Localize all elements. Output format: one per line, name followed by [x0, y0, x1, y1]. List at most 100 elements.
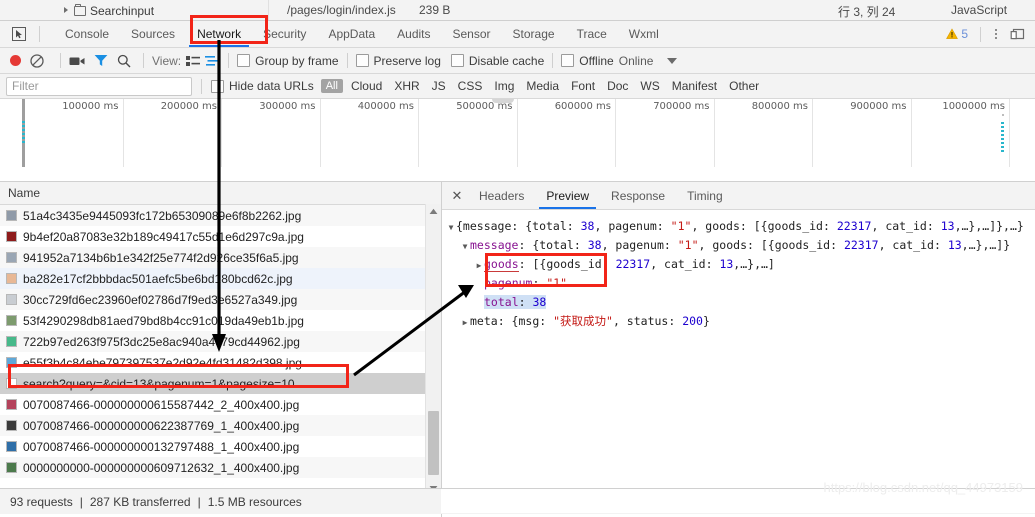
tree-item-label[interactable]: Searchinput — [90, 4, 154, 18]
filter-toggle-button[interactable] — [94, 48, 117, 73]
preview-token: : {msg: — [497, 314, 554, 328]
tab-network[interactable]: Network — [186, 21, 252, 47]
column-header-name: Name — [8, 186, 41, 200]
filter-funnel-icon — [94, 55, 108, 66]
preview-line[interactable]: ▶ goods: [{goods_id: 22317, cat_id: 13,…}… — [446, 255, 1035, 274]
tree-expand-caret-icon[interactable] — [64, 7, 68, 13]
clear-button[interactable] — [30, 48, 52, 73]
type-filter-xhr[interactable]: XHR — [388, 78, 425, 94]
details-tab-response[interactable]: Response — [600, 182, 676, 209]
type-filter-all[interactable]: All — [320, 79, 343, 93]
tab-security[interactable]: Security — [252, 21, 317, 47]
type-filter-ws[interactable]: WS — [634, 78, 665, 94]
preview-token: ,…},…]},…} — [954, 219, 1024, 233]
overview-tick-label: 900000 ms — [850, 101, 907, 112]
capture-screenshots-icon — [69, 57, 85, 65]
view-list-icon[interactable] — [186, 55, 201, 67]
type-filter-img[interactable]: Img — [488, 78, 520, 94]
table-row[interactable]: ba282e17cf2bbbdac501aefc5be6bd180bcd62c.… — [0, 268, 441, 289]
status-divider-2: | — [197, 494, 201, 509]
expand-triangle-icon[interactable]: ▶ — [460, 313, 470, 332]
preview-token: : — [532, 276, 547, 290]
network-overview-timeline[interactable]: 100000 ms 200000 ms 300000 ms 400000 ms 5000… — [0, 99, 1035, 182]
throttling-value[interactable]: Online — [619, 54, 654, 68]
preview-line-content: goods: [{goods_id: 22317, cat_id: 13,…},… — [484, 257, 775, 272]
status-divider-1: | — [79, 494, 83, 509]
table-row[interactable]: 53f4290298db81aed79bd8b4cc91c019da49eb1b… — [0, 310, 441, 331]
offline-checkbox[interactable] — [561, 54, 575, 67]
tab-console[interactable]: Console — [54, 21, 120, 47]
type-filter-manifest[interactable]: Manifest — [666, 78, 723, 94]
preview-token: , pagenum: — [594, 219, 671, 233]
tab-storage[interactable]: Storage — [502, 21, 566, 47]
request-list-scrollbar[interactable] — [425, 204, 441, 495]
overview-drag-handle[interactable] — [492, 99, 514, 103]
table-row[interactable]: 941952a7134b6b1e342f25e774f2d926ce35f6a5… — [0, 247, 441, 268]
preview-line[interactable]: ▶ meta: {msg: "获取成功", status: 200} — [446, 312, 1035, 331]
type-filter-css[interactable]: CSS — [452, 78, 489, 94]
table-row[interactable]: 30cc729fd6ec23960ef02786d7f9ed3e6527a349… — [0, 289, 441, 310]
scrollbar-thumb[interactable] — [428, 411, 439, 475]
chevron-down-icon[interactable] — [667, 57, 678, 64]
preview-line[interactable]: total: 38 — [446, 293, 1035, 312]
type-filter-media[interactable]: Media — [520, 78, 565, 94]
preserve-log-checkbox[interactable] — [355, 54, 369, 67]
table-row[interactable]: 0000000000-000000000609712632_1_400x400.… — [0, 457, 441, 478]
overview-tick: 1000000 ms — [912, 99, 1010, 167]
resource-thumbnail-icon — [6, 294, 17, 305]
request-name: 51a4c3435e9445093fc172b65309089e6f8b2262… — [23, 208, 302, 223]
preview-token: 13 — [719, 257, 734, 271]
tab-wxml[interactable]: Wxml — [618, 21, 670, 47]
filter-input[interactable] — [6, 76, 192, 96]
search-button[interactable] — [117, 48, 135, 73]
table-row[interactable]: 0070087466-000000000622387769_1_400x400.… — [0, 415, 441, 436]
details-tab-headers[interactable]: Headers — [468, 182, 535, 209]
resource-thumbnail-icon — [6, 231, 17, 242]
preview-token: message — [470, 238, 519, 252]
expand-triangle-icon[interactable]: ▶ — [474, 256, 484, 275]
preview-token: "获取成功" — [553, 314, 613, 328]
disable-cache-checkbox[interactable] — [450, 54, 464, 67]
hide-data-urls-checkbox[interactable] — [211, 79, 224, 93]
type-filter-font[interactable]: Font — [565, 78, 601, 94]
capture-screenshots-button[interactable] — [69, 48, 94, 73]
table-row[interactable]: 722b97ed263f975f3dc25e8ac940a4c79cd44962… — [0, 331, 441, 352]
type-filter-js[interactable]: JS — [426, 78, 452, 94]
preview-line[interactable]: pagenum: "1" — [446, 274, 1035, 293]
table-row[interactable]: e55f3b4c84ebe797397537e2d92e4fd31482d398… — [0, 352, 441, 373]
details-tab-preview[interactable]: Preview — [535, 182, 600, 209]
record-button[interactable] — [8, 48, 30, 73]
scroll-up-arrow-icon[interactable] — [426, 204, 441, 218]
warning-badge[interactable]: 5 — [946, 27, 968, 41]
tab-audits[interactable]: Audits — [386, 21, 441, 47]
tab-sources[interactable]: Sources — [120, 21, 186, 47]
tab-appdata[interactable]: AppData — [317, 21, 386, 47]
dock-position-icon[interactable] — [1005, 24, 1029, 44]
more-options-icon[interactable] — [987, 24, 1005, 44]
inspect-cursor-icon[interactable] — [8, 24, 30, 44]
collapse-triangle-icon[interactable]: ▼ — [446, 218, 456, 237]
type-filter-cloud[interactable]: Cloud — [345, 78, 388, 94]
preview-token: total — [484, 295, 519, 309]
table-row[interactable]: search?query=&cid=13&pagenum=1&pagesize=… — [0, 373, 441, 394]
overview-tick-label: 600000 ms — [554, 101, 611, 112]
resource-thumbnail-icon — [6, 273, 17, 284]
table-row[interactable]: 0070087466-000000000615587442_2_400x400.… — [0, 394, 441, 415]
group-by-frame-checkbox[interactable] — [237, 54, 251, 67]
type-filter-other[interactable]: Other — [723, 78, 765, 94]
close-icon[interactable]: ✕ — [446, 182, 468, 209]
view-waterfall-icon[interactable] — [205, 55, 220, 67]
preview-line[interactable]: ▼ {message: {total: 38, pagenum: "1", goo… — [446, 217, 1035, 236]
details-tab-timing[interactable]: Timing — [676, 182, 734, 209]
collapse-triangle-icon[interactable]: ▼ — [460, 237, 470, 256]
table-row[interactable]: 9b4ef20a87083e32b189c49417c55d1e6d297c9a… — [0, 226, 441, 247]
request-list-column-header[interactable]: Name — [0, 182, 441, 205]
preserve-log-label: Preserve log — [373, 53, 441, 68]
preview-line[interactable]: ▼ message: {total: 38, pagenum: "1", good… — [446, 236, 1035, 255]
tab-trace[interactable]: Trace — [566, 21, 618, 47]
tab-sensor[interactable]: Sensor — [442, 21, 502, 47]
type-filter-doc[interactable]: Doc — [601, 78, 634, 94]
table-row[interactable]: 51a4c3435e9445093fc172b65309089e6f8b2262… — [0, 205, 441, 226]
resource-thumbnail-icon — [6, 441, 17, 452]
table-row[interactable]: 0070087466-000000000132797488_1_400x400.… — [0, 436, 441, 457]
